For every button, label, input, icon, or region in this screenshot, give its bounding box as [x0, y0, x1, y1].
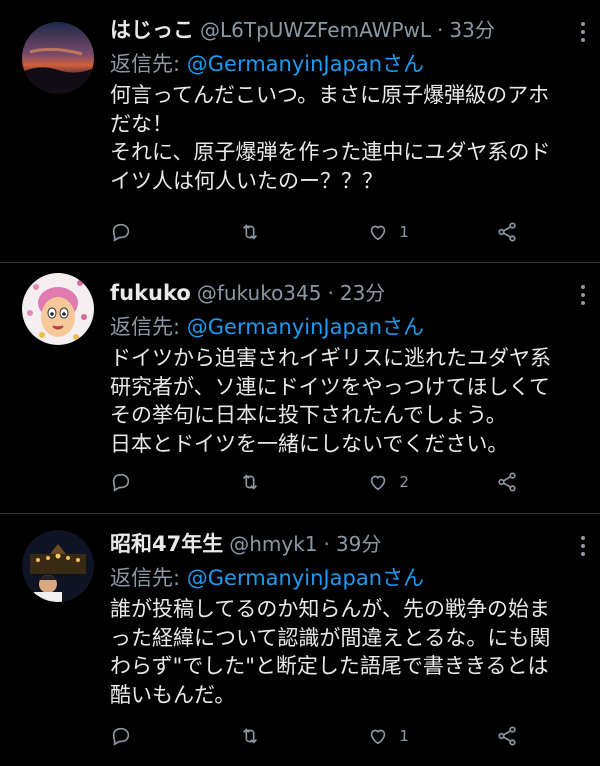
- avatar[interactable]: [22, 22, 94, 94]
- tweet-text-line: 誰が投稿してるのか知らんが、先の戦争の始ま: [110, 597, 550, 621]
- avatar[interactable]: [22, 530, 94, 602]
- user-handle[interactable]: @hmyk1: [229, 532, 317, 556]
- tweet-header: はじっこ @L6TpUWZFemAWPwL · 33分: [110, 14, 582, 48]
- separator-dot: ·: [323, 532, 330, 556]
- like-button[interactable]: 1: [367, 725, 457, 747]
- reply-button[interactable]: [110, 221, 200, 243]
- action-bar: 1: [110, 722, 520, 750]
- reply-prefix: 返信先:: [110, 52, 187, 76]
- timestamp[interactable]: 33分: [449, 14, 494, 43]
- display-name[interactable]: 昭和47年生: [110, 528, 223, 558]
- more-icon[interactable]: [580, 285, 586, 307]
- reply-context: 返信先: @GermanyinJapanさん: [110, 311, 582, 344]
- action-bar: 1: [110, 218, 520, 246]
- reply-icon: [112, 473, 130, 492]
- timestamp[interactable]: 39分: [336, 528, 381, 557]
- tweet-text-line: 酷いもんだ。: [110, 682, 236, 707]
- reply-button[interactable]: [110, 725, 200, 747]
- tweet-text-line: った経緯について認識が間違えとるな。にも関: [110, 625, 551, 650]
- tweet-text-line: だな！: [110, 111, 173, 136]
- tweet-text-line: 研究者が、ソ連にドイツをやっつけてほしくて: [110, 374, 550, 399]
- tweet-text-line: それに、原子爆弾を作った連中にユダヤ系のド: [110, 140, 551, 164]
- tweet-text: 何言ってんだこいつ。まさに原子爆弾級のアホ だな！ それに、原子爆弾を作った連中…: [110, 81, 582, 195]
- like-button[interactable]: 2: [367, 471, 457, 493]
- tweet[interactable]: 昭和47年生 @hmyk1 · 39分 返信先: @GermanyinJapan…: [0, 514, 600, 766]
- tweet-text-line: 何言ってんだこいつ。まさに原子爆弾級のアホ: [110, 83, 550, 107]
- tweet-text-line: 日本とドイツを一緒にしないでください。: [110, 431, 509, 456]
- tweet[interactable]: はじっこ @L6TpUWZFemAWPwL · 33分 返信先: @German…: [0, 0, 600, 263]
- reply-prefix: 返信先:: [110, 566, 187, 590]
- mention-suffix: さん: [382, 315, 424, 339]
- like-count: 2: [399, 473, 409, 491]
- share-button[interactable]: [496, 221, 520, 243]
- retweet-button[interactable]: [239, 725, 329, 747]
- like-count: 1: [399, 223, 409, 241]
- mention-suffix: さん: [382, 566, 424, 590]
- retweet-icon: [242, 474, 257, 490]
- tweet-text-line: その挙句に日本に投下されたんでしょう。: [110, 403, 507, 427]
- tweet-text-line: イツ人は何人いたのー？？？: [110, 168, 383, 193]
- reply-context: 返信先: @GermanyinJapanさん: [110, 562, 582, 595]
- like-button[interactable]: 1: [367, 221, 457, 243]
- tweet-text-line: わらず"でした"と断定した語尾で書ききるとは: [110, 654, 549, 678]
- reply-prefix: 返信先:: [110, 315, 187, 339]
- tweet-text: 誰が投稿してるのか知らんが、先の戦争の始ま った経緯について認識が間違えとるな。…: [110, 595, 582, 709]
- reply-icon: [112, 727, 130, 746]
- separator-dot: ·: [327, 281, 334, 305]
- tweet-header: 昭和47年生 @hmyk1 · 39分: [110, 528, 582, 562]
- mention-link[interactable]: @GermanyinJapan: [187, 566, 382, 590]
- tweet-text: ドイツから迫害されイギリスに逃れたユダヤ系 研究者が、ソ連にドイツをやっつけてほ…: [110, 344, 582, 458]
- retweet-button[interactable]: [239, 471, 329, 493]
- share-button[interactable]: [496, 471, 520, 493]
- more-icon[interactable]: [580, 536, 586, 558]
- reply-context: 返信先: @GermanyinJapanさん: [110, 48, 582, 81]
- like-count: 1: [399, 727, 409, 745]
- mention-link[interactable]: @GermanyinJapan: [187, 315, 382, 339]
- user-handle[interactable]: @fukuko345: [197, 281, 322, 305]
- retweet-button[interactable]: [239, 221, 329, 243]
- share-icon: [498, 472, 516, 492]
- display-name[interactable]: fukuko: [110, 281, 191, 305]
- share-button[interactable]: [496, 725, 520, 747]
- heart-icon: [371, 225, 386, 241]
- tweet-feed: はじっこ @L6TpUWZFemAWPwL · 33分 返信先: @German…: [0, 0, 600, 766]
- tweet-text-line: ドイツから迫害されイギリスに逃れたユダヤ系: [110, 346, 551, 370]
- mention-link[interactable]: @GermanyinJapan: [187, 52, 382, 76]
- tweet[interactable]: fukuko @fukuko345 · 23分 返信先: @GermanyinJ…: [0, 263, 600, 514]
- timestamp[interactable]: 23分: [340, 277, 385, 306]
- heart-icon: [371, 475, 386, 491]
- user-handle[interactable]: @L6TpUWZFemAWPwL: [200, 18, 431, 42]
- retweet-icon: [242, 224, 257, 240]
- more-icon[interactable]: [580, 22, 586, 44]
- separator-dot: ·: [437, 18, 444, 42]
- mention-suffix: さん: [382, 52, 424, 76]
- tweet-header: fukuko @fukuko345 · 23分: [110, 277, 582, 311]
- share-icon: [498, 726, 516, 746]
- reply-button[interactable]: [110, 471, 200, 493]
- display-name[interactable]: はじっこ: [110, 14, 194, 44]
- retweet-icon: [242, 728, 257, 744]
- avatar[interactable]: [22, 273, 94, 345]
- heart-icon: [371, 729, 386, 745]
- reply-icon: [112, 223, 130, 242]
- share-icon: [498, 222, 516, 242]
- action-bar: 2: [110, 468, 520, 496]
